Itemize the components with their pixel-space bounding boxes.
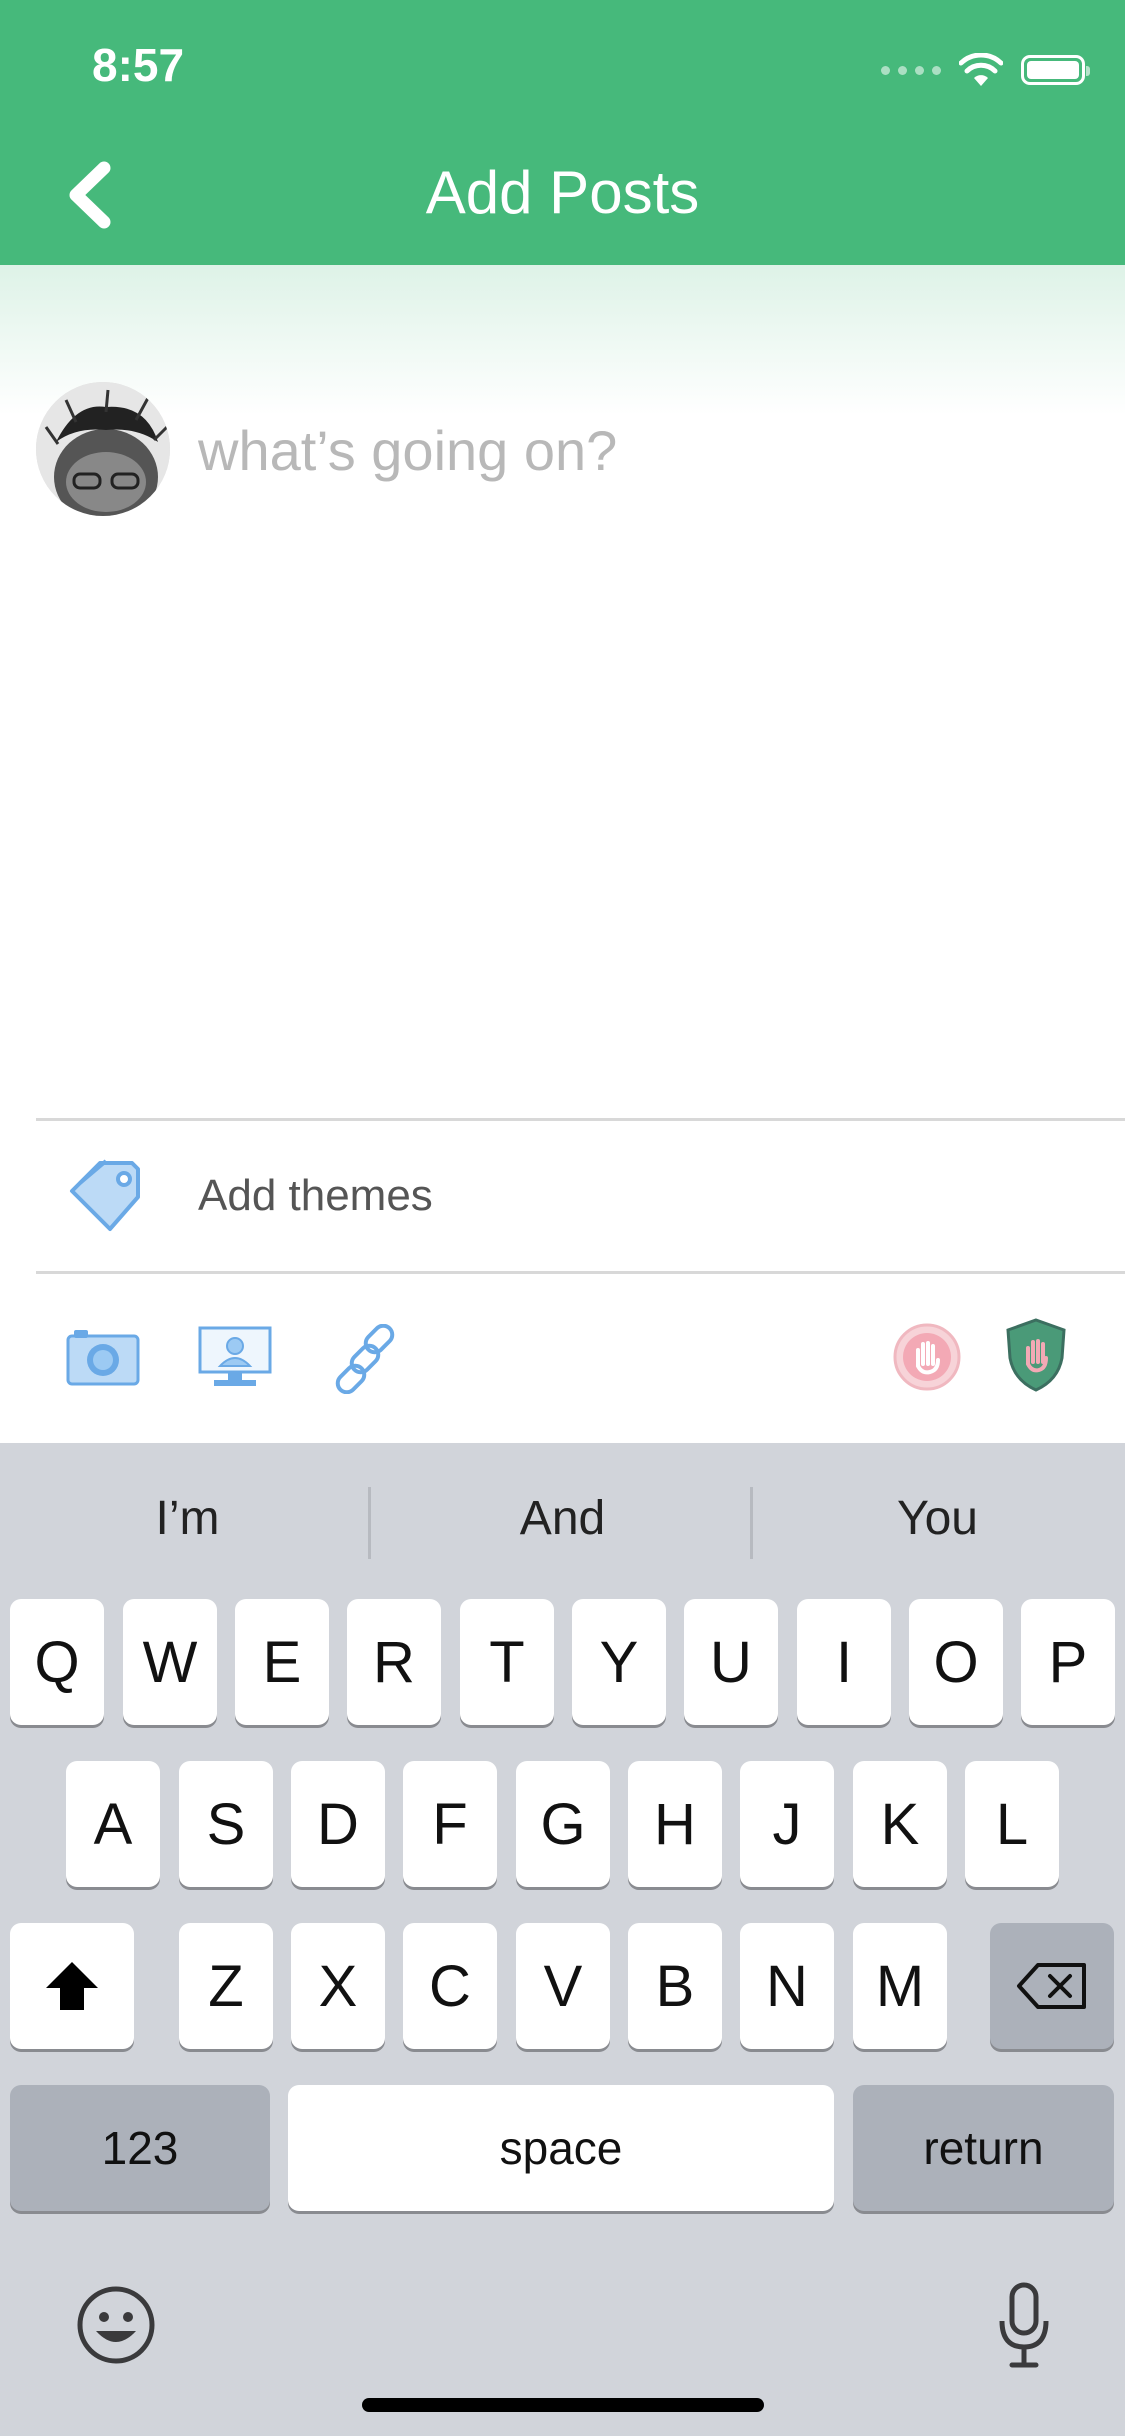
- microphone-icon[interactable]: [994, 2281, 1054, 2369]
- shift-key[interactable]: [10, 1923, 134, 2049]
- camera-icon[interactable]: [66, 1326, 140, 1386]
- tag-icon: [70, 1159, 140, 1231]
- key-d[interactable]: D: [291, 1761, 385, 1887]
- key-r[interactable]: R: [347, 1599, 441, 1725]
- user-photo-icon: [36, 382, 170, 516]
- key-e[interactable]: E: [235, 1599, 329, 1725]
- suggestion-1[interactable]: I’m: [0, 1491, 375, 1546]
- key-u[interactable]: U: [684, 1599, 778, 1725]
- status-icons: [881, 48, 1090, 92]
- key-n[interactable]: N: [740, 1923, 834, 2049]
- divider: [36, 1271, 1125, 1274]
- key-l[interactable]: L: [965, 1761, 1059, 1887]
- suggestion-2[interactable]: And: [375, 1491, 750, 1546]
- link-icon[interactable]: [330, 1324, 400, 1394]
- page-title: Add Posts: [425, 159, 700, 226]
- stop-hand-icon[interactable]: [892, 1322, 962, 1392]
- key-w[interactable]: W: [123, 1599, 217, 1725]
- key-t[interactable]: T: [460, 1599, 554, 1725]
- key-i[interactable]: I: [797, 1599, 891, 1725]
- emoji-icon[interactable]: [76, 2285, 156, 2365]
- key-g[interactable]: G: [516, 1761, 610, 1887]
- numbers-key[interactable]: 123: [10, 2085, 270, 2211]
- key-a[interactable]: A: [66, 1761, 160, 1887]
- backspace-icon: [1017, 1963, 1086, 2009]
- suggestion-3[interactable]: You: [750, 1491, 1125, 1546]
- key-x[interactable]: X: [291, 1923, 385, 2049]
- key-c[interactable]: C: [403, 1923, 497, 2049]
- key-j[interactable]: J: [740, 1761, 834, 1887]
- key-s[interactable]: S: [179, 1761, 273, 1887]
- keyboard: I’m And You Q W E R T Y U I O P A S D F …: [0, 1443, 1125, 2436]
- key-p[interactable]: P: [1021, 1599, 1115, 1725]
- cellular-signal-icon: [881, 65, 941, 75]
- home-indicator: [362, 2398, 764, 2412]
- navigation-header: 8:57 Add Posts: [0, 0, 1125, 265]
- post-text-input[interactable]: [198, 405, 1078, 495]
- key-o[interactable]: O: [909, 1599, 1003, 1725]
- key-m[interactable]: M: [853, 1923, 947, 2049]
- key-v[interactable]: V: [516, 1923, 610, 2049]
- add-themes-label: Add themes: [198, 1171, 433, 1220]
- return-key[interactable]: return: [853, 2085, 1114, 2211]
- shift-arrow-icon: [46, 1962, 98, 2010]
- key-y[interactable]: Y: [572, 1599, 666, 1725]
- suggestion-separator: [368, 1487, 371, 1559]
- battery-icon: [1021, 55, 1090, 85]
- divider: [36, 1118, 1125, 1121]
- key-z[interactable]: Z: [179, 1923, 273, 2049]
- key-h[interactable]: H: [628, 1761, 722, 1887]
- status-time: 8:57: [92, 39, 185, 91]
- key-f[interactable]: F: [403, 1761, 497, 1887]
- delete-key[interactable]: [990, 1923, 1114, 2049]
- header-shadow: [0, 265, 1125, 415]
- wifi-icon: [959, 53, 1003, 86]
- screen-share-icon[interactable]: [198, 1326, 272, 1390]
- key-k[interactable]: K: [853, 1761, 947, 1887]
- add-themes-row[interactable]: Add themes: [36, 1123, 1125, 1273]
- shield-icon[interactable]: [1004, 1318, 1068, 1392]
- space-key[interactable]: space: [288, 2085, 834, 2211]
- avatar: [36, 382, 170, 516]
- key-q[interactable]: Q: [10, 1599, 104, 1725]
- key-b[interactable]: B: [628, 1923, 722, 2049]
